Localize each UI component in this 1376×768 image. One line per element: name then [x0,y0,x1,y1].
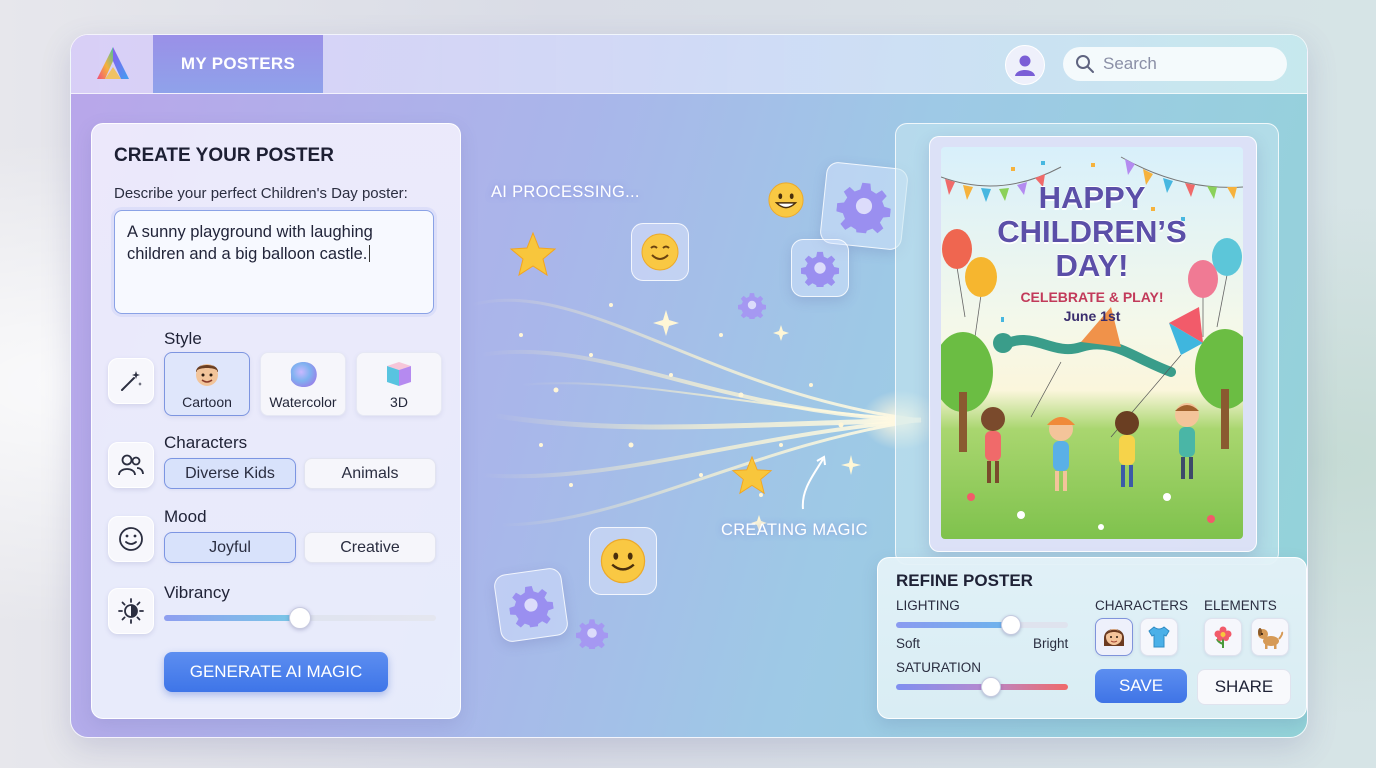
saturation-slider-thumb[interactable] [980,677,1001,697]
refine-elements-label: ELEMENTS [1204,598,1277,613]
lighting-min-label: Soft [896,636,921,651]
poster-headline-line: HAPPY [1038,180,1146,215]
refine-poster-panel: REFINE POSTER LIGHTING Soft Bright SATUR… [877,557,1307,719]
user-icon [1015,55,1035,76]
describe-label: Describe your perfect Children's Day pos… [114,185,408,202]
gear-tile [791,239,849,297]
create-poster-panel: CREATE YOUR POSTER Describe your perfect… [91,123,461,719]
text-cursor [369,245,371,262]
star-icon [731,455,773,495]
smiling-emoji-icon [600,538,646,584]
prompt-input[interactable]: A sunny playground with laughing childre… [114,210,434,314]
gear-tile [492,566,570,644]
watercolor-blob-icon [290,362,317,388]
dog-icon [1258,628,1284,649]
search-input[interactable]: Search [1103,54,1157,74]
style-option-label: Watercolor [269,394,337,410]
refine-characters-label: CHARACTERS [1095,598,1189,613]
cube-3d-icon [387,362,411,386]
poster-preview[interactable]: HAPPY CHILDREN’S DAY! CELEBRATE & PLAY! … [941,147,1243,539]
app-logo-icon[interactable] [93,45,133,83]
poster-headline-line: DAY! [1055,248,1129,283]
share-button[interactable]: SHARE [1197,669,1291,705]
characters-option-diverse-kids[interactable]: Diverse Kids [164,458,296,489]
element-dog-option[interactable] [1251,618,1289,656]
style-option-label: Cartoon [182,394,232,410]
ai-processing-text: AI PROCESSING... [491,183,640,201]
lighting-label: LIGHTING [896,598,960,613]
vibrancy-label: Vibrancy [164,583,230,602]
style-option-cartoon[interactable]: Cartoon [164,352,250,416]
smiley-icon [108,516,154,562]
style-option-3d[interactable]: 3D [356,352,442,416]
magic-wand-icon [108,358,154,404]
gear-icon [801,251,839,287]
prompt-text: A sunny playground with laughing childre… [127,223,373,263]
poster-subline: CELEBRATE & PLAY! [1020,289,1164,305]
grinning-emoji-icon [768,182,804,218]
top-bar: MY POSTERS Search [71,35,1307,94]
generate-ai-magic-button[interactable]: GENERATE AI MAGIC [164,652,388,692]
element-flower-option[interactable] [1204,618,1242,656]
search-bar[interactable]: Search [1063,47,1287,81]
creating-magic-text: CREATING MAGIC [721,521,868,539]
saturation-slider[interactable] [896,677,1068,697]
smiling-emoji-icon [641,233,679,271]
saturation-label: SATURATION [896,660,982,675]
gear-icon [509,586,554,630]
flower-icon [1214,626,1232,648]
search-icon [1076,55,1094,73]
emoji-tile [589,527,657,595]
mood-label: Mood [164,507,207,526]
tab-my-posters[interactable]: MY POSTERS [153,35,323,93]
emoji-tile [631,223,689,281]
girl-face-icon [1104,629,1124,646]
poster-headline-line: CHILDREN’S [997,214,1187,249]
user-avatar[interactable] [1005,45,1045,85]
style-option-label: 3D [390,394,408,410]
mood-option-creative[interactable]: Creative [304,532,436,563]
characters-option-animals[interactable]: Animals [304,458,436,489]
gear-icon [738,293,766,319]
vibrancy-slider[interactable] [164,607,436,629]
cartoon-face-icon [196,364,218,386]
panel-title: CREATE YOUR POSTER [114,145,334,166]
lighting-slider-thumb[interactable] [1001,615,1022,635]
people-icon [108,442,154,488]
save-button[interactable]: SAVE [1095,669,1187,703]
curved-arrow-icon [801,455,826,510]
gear-icon [576,619,608,649]
poster-date: June 1st [1063,308,1121,324]
star-icon [509,231,557,277]
character-girl-option[interactable] [1095,618,1133,656]
lighting-slider[interactable] [896,615,1068,635]
mood-option-joyful[interactable]: Joyful [164,532,296,563]
characters-label: Characters [164,433,248,452]
gear-icon [836,182,891,236]
tshirt-icon [1148,626,1170,648]
refine-title: REFINE POSTER [896,571,1033,590]
app-window: MY POSTERS Search CREATE YOUR POSTER Des… [70,34,1308,738]
vibrancy-slider-thumb[interactable] [289,607,311,629]
lighting-max-label: Bright [1033,636,1069,651]
style-option-watercolor[interactable]: Watercolor [260,352,346,416]
style-label: Style [164,329,202,348]
character-outfit-option[interactable] [1140,618,1178,656]
brightness-icon [108,588,154,634]
